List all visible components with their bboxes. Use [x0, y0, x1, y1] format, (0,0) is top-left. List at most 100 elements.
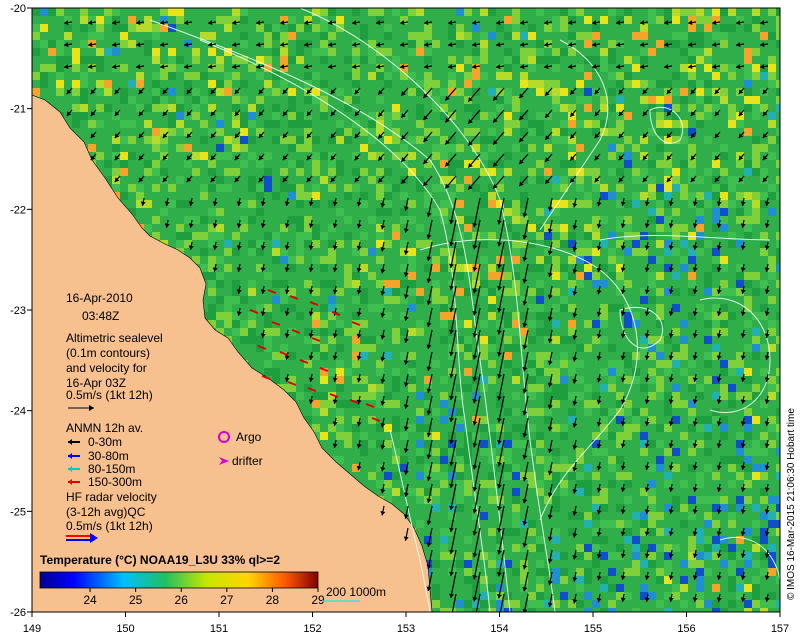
sst-pixel: [744, 456, 752, 464]
sst-pixel: [360, 320, 368, 328]
sst-pixel: [536, 8, 544, 16]
sst-pixel: [688, 160, 696, 168]
sst-pixel: [752, 136, 760, 144]
sst-pixel: [736, 360, 744, 368]
sst-pixel: [664, 8, 672, 16]
sst-pixel: [536, 384, 544, 392]
sst-pixel: [336, 160, 344, 168]
sst-pixel: [704, 536, 712, 544]
sst-pixel: [248, 200, 256, 208]
sst-pixel: [760, 304, 768, 312]
sst-pixel: [704, 64, 712, 72]
sst-pixel: [528, 520, 536, 528]
sst-pixel: [288, 24, 296, 32]
sst-pixel: [744, 24, 752, 32]
sst-pixel: [48, 64, 56, 72]
sst-pixel: [400, 144, 408, 152]
depth-label: 200 1000m: [326, 585, 386, 599]
sst-pixel: [408, 8, 416, 16]
sst-pixel: [272, 280, 280, 288]
sst-pixel: [512, 344, 520, 352]
sst-pixel: [752, 96, 760, 104]
sst-pixel: [728, 584, 736, 592]
sst-pixel: [616, 472, 624, 480]
sst-pixel: [752, 104, 760, 112]
sst-pixel: [224, 24, 232, 32]
sst-pixel: [368, 120, 376, 128]
sst-pixel: [744, 560, 752, 568]
sst-pixel: [296, 224, 304, 232]
sst-pixel: [440, 392, 448, 400]
sst-pixel: [576, 480, 584, 488]
sst-pixel: [184, 160, 192, 168]
sst-pixel: [656, 192, 664, 200]
hf-line-3: 0.5m/s (1kt 12h): [66, 519, 153, 533]
sst-pixel: [616, 432, 624, 440]
sst-pixel: [536, 352, 544, 360]
sst-pixel: [744, 232, 752, 240]
sst-pixel: [744, 88, 752, 96]
sst-pixel: [456, 40, 464, 48]
sst-pixel: [696, 176, 704, 184]
sst-pixel: [384, 112, 392, 120]
sst-pixel: [376, 232, 384, 240]
sst-pixel: [408, 88, 416, 96]
sst-pixel: [456, 504, 464, 512]
sst-pixel: [744, 80, 752, 88]
sst-pixel: [224, 296, 232, 304]
sst-pixel: [720, 496, 728, 504]
sst-pixel: [512, 120, 520, 128]
sst-pixel: [648, 184, 656, 192]
sst-pixel: [312, 344, 320, 352]
sst-pixel: [248, 112, 256, 120]
sst-pixel: [312, 320, 320, 328]
sst-pixel: [432, 472, 440, 480]
sst-pixel: [736, 192, 744, 200]
sst-pixel: [720, 312, 728, 320]
sst-pixel: [192, 152, 200, 160]
sst-pixel: [768, 544, 776, 552]
sst-pixel: [704, 432, 712, 440]
sst-pixel: [528, 392, 536, 400]
sst-pixel: [480, 336, 488, 344]
sst-pixel: [488, 336, 496, 344]
sst-pixel: [344, 192, 352, 200]
sst-pixel: [696, 192, 704, 200]
sst-pixel: [592, 472, 600, 480]
sst-pixel: [736, 160, 744, 168]
sst-pixel: [664, 480, 672, 488]
sst-pixel: [704, 24, 712, 32]
sst-pixel: [320, 8, 328, 16]
sst-pixel: [744, 584, 752, 592]
sst-pixel: [688, 384, 696, 392]
sst-pixel: [432, 464, 440, 472]
sst-pixel: [152, 96, 160, 104]
sst-pixel: [680, 560, 688, 568]
sst-pixel: [696, 528, 704, 536]
sst-pixel: [512, 504, 520, 512]
sst-pixel: [680, 88, 688, 96]
sst-pixel: [568, 32, 576, 40]
sst-pixel: [440, 528, 448, 536]
sst-pixel: [656, 288, 664, 296]
sst-pixel: [704, 552, 712, 560]
sst-pixel: [600, 16, 608, 24]
sst-pixel: [328, 48, 336, 56]
sst-pixel: [616, 184, 624, 192]
sst-pixel: [272, 368, 280, 376]
sst-pixel: [656, 120, 664, 128]
sst-pixel: [504, 440, 512, 448]
sst-pixel: [720, 544, 728, 552]
sst-pixel: [368, 72, 376, 80]
sst-pixel: [752, 328, 760, 336]
sst-pixel: [744, 408, 752, 416]
sst-pixel: [528, 304, 536, 312]
sst-pixel: [680, 576, 688, 584]
sst-pixel: [72, 120, 80, 128]
sst-pixel: [600, 280, 608, 288]
sst-pixel: [432, 288, 440, 296]
sst-pixel: [568, 320, 576, 328]
sst-pixel: [736, 120, 744, 128]
sst-pixel: [384, 280, 392, 288]
sst-pixel: [272, 136, 280, 144]
